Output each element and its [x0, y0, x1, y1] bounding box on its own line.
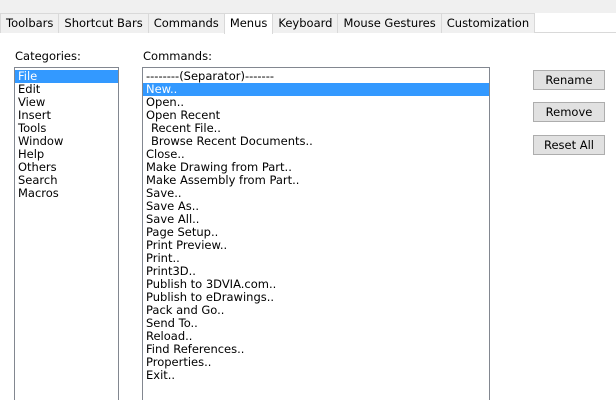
- tab-keyboard[interactable]: Keyboard: [272, 13, 339, 33]
- categories-label: Categories:: [15, 49, 81, 63]
- category-item[interactable]: Macros: [15, 187, 118, 200]
- command-item[interactable]: Print Preview..: [143, 239, 489, 252]
- command-item[interactable]: Properties..: [143, 356, 489, 369]
- command-item[interactable]: --------(Separator)-------: [143, 70, 489, 83]
- customize-dialog: Toolbars Shortcut Bars Commands Menus Keyboa…: [0, 0, 616, 400]
- tab-customization[interactable]: Customization: [440, 13, 536, 33]
- commands-label: Commands:: [143, 49, 212, 63]
- command-item[interactable]: Send To..: [143, 317, 489, 330]
- tab-mouse-gestures[interactable]: Mouse Gestures: [337, 13, 442, 33]
- command-item[interactable]: Make Assembly from Part..: [143, 174, 489, 187]
- commands-listbox[interactable]: --------(Separator)------- New.. Open.. Ope…: [142, 67, 490, 400]
- rename-button[interactable]: Rename: [533, 70, 605, 90]
- tab-shortcut-bars[interactable]: Shortcut Bars: [58, 13, 149, 33]
- tab-commands[interactable]: Commands: [147, 13, 225, 33]
- command-item[interactable]: Exit..: [143, 369, 489, 382]
- remove-button[interactable]: Remove: [533, 102, 605, 122]
- tab-menus[interactable]: Menus: [223, 13, 274, 34]
- reset-all-button[interactable]: Reset All: [533, 135, 605, 155]
- tab-bar: Toolbars Shortcut Bars Commands Menus Keyboa…: [0, 13, 616, 34]
- command-item[interactable]: Browse Recent Documents..: [143, 135, 489, 148]
- dialog-top-strip: [0, 0, 616, 13]
- tab-toolbars[interactable]: Toolbars: [0, 13, 60, 33]
- categories-listbox[interactable]: File Edit View Insert Tools Window Help Others S…: [14, 67, 119, 400]
- command-item[interactable]: New..: [143, 83, 489, 96]
